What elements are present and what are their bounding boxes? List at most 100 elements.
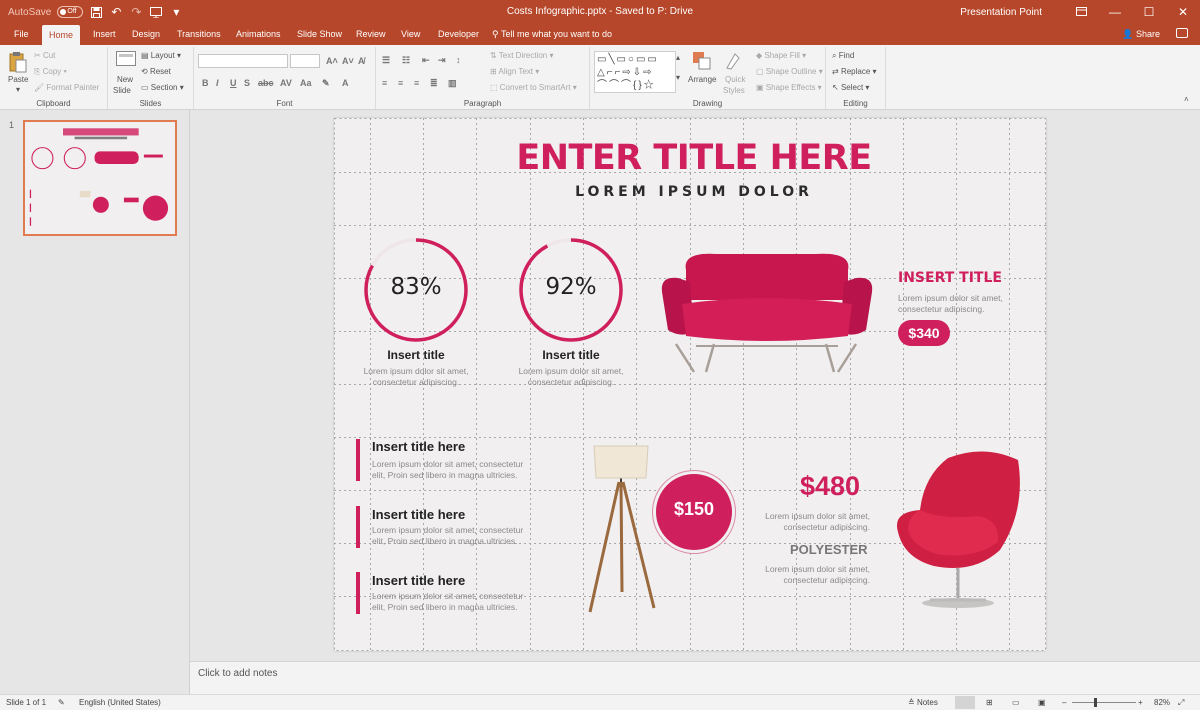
shapes-scroll-icon[interactable]: ▴: [676, 53, 680, 62]
zoom-slider-handle[interactable]: [1094, 698, 1097, 707]
shape-fill-button[interactable]: ◆ Shape Fill ▾: [756, 51, 806, 60]
shadow-icon[interactable]: S: [244, 78, 250, 88]
minimize-icon[interactable]: —: [1098, 5, 1132, 19]
layout-button[interactable]: ▤ Layout ▾: [141, 51, 181, 60]
copy-button[interactable]: ⎘ Copy ▾: [34, 67, 67, 77]
convert-smartart-button[interactable]: ⬚ Convert to SmartArt ▾: [490, 83, 577, 92]
italic-icon[interactable]: I: [216, 78, 219, 88]
increase-indent-icon[interactable]: ⇥: [438, 55, 446, 66]
tab-animations[interactable]: Animations: [229, 24, 288, 45]
cut-button[interactable]: ✂ Cut: [34, 51, 55, 60]
tell-me-box[interactable]: ⚲ Tell me what you want to do: [492, 24, 612, 45]
change-case-icon[interactable]: Aa: [300, 78, 312, 88]
redo-icon[interactable]: ↷: [129, 5, 143, 19]
reset-button[interactable]: ⟲ Reset: [141, 67, 171, 76]
autosave-toggle[interactable]: Off: [57, 6, 84, 18]
paste-dropdown-icon[interactable]: ▾: [16, 85, 20, 94]
tab-transitions[interactable]: Transitions: [170, 24, 228, 45]
slide-thumbnail[interactable]: [23, 120, 177, 236]
fit-slide-icon[interactable]: ⤢: [1178, 698, 1184, 708]
quick-styles-label[interactable]: Quick: [725, 75, 745, 84]
zoom-in-icon[interactable]: +: [1138, 698, 1143, 707]
tab-home[interactable]: Home: [42, 25, 81, 45]
lamp-image[interactable]: [586, 442, 660, 616]
shapes-gallery[interactable]: ▭╲▭○▭▭ △⌐⌐⇨⇩⇨ ⌒⌒⌒{}☆: [594, 51, 676, 93]
character-spacing-icon[interactable]: AV: [280, 78, 292, 88]
slideshow-view-icon[interactable]: ▣: [1038, 698, 1046, 707]
highlight-icon[interactable]: ✎: [322, 78, 330, 89]
tab-view[interactable]: View: [394, 24, 427, 45]
maximize-icon[interactable]: ☐: [1132, 5, 1166, 19]
tab-design[interactable]: Design: [125, 24, 167, 45]
zoom-level[interactable]: 82%: [1154, 698, 1170, 707]
replace-button[interactable]: ⇄ Replace ▾: [832, 67, 877, 76]
strikethrough-icon[interactable]: abc: [258, 78, 274, 88]
select-button[interactable]: ↖ Select ▾: [832, 83, 869, 92]
paste-icon[interactable]: [9, 51, 29, 73]
shape-outline-button[interactable]: ▢ Shape Outline ▾: [756, 67, 823, 76]
slide-sorter-icon[interactable]: ⊞: [986, 698, 993, 707]
save-icon[interactable]: [89, 5, 103, 19]
tab-slide-show[interactable]: Slide Show: [290, 24, 349, 45]
user-name[interactable]: Presentation Point: [960, 7, 1042, 18]
numbering-icon[interactable]: ☷: [402, 55, 410, 66]
zoom-out-icon[interactable]: –: [1062, 698, 1066, 707]
undo-icon[interactable]: ↶: [109, 5, 123, 19]
tab-review[interactable]: Review: [349, 24, 393, 45]
tab-file[interactable]: File: [7, 24, 36, 45]
bullets-icon[interactable]: ☰: [382, 55, 390, 66]
chair-image[interactable]: [890, 450, 1024, 614]
close-icon[interactable]: ✕: [1166, 5, 1200, 19]
align-left-icon[interactable]: ≡: [382, 78, 387, 88]
share-button[interactable]: 👤 Share: [1122, 24, 1160, 45]
customize-toolbar-icon[interactable]: ▾: [169, 5, 183, 19]
new-slide-icon[interactable]: [116, 51, 136, 73]
tab-developer[interactable]: Developer: [431, 24, 486, 45]
slide-title[interactable]: ENTER TITLE HERE: [494, 138, 894, 178]
paste-label[interactable]: Paste: [8, 75, 28, 84]
increase-font-icon[interactable]: A˄: [326, 56, 338, 66]
font-size-dropdown[interactable]: [290, 54, 320, 68]
shape-effects-button[interactable]: ▣ Shape Effects ▾: [756, 83, 822, 92]
text-direction-button[interactable]: ⇅ Text Direction ▾: [490, 51, 554, 60]
zoom-slider[interactable]: [1072, 702, 1136, 703]
section-button[interactable]: ▭ Section ▾: [141, 83, 184, 92]
arrange-label[interactable]: Arrange: [688, 75, 716, 84]
quick-styles-label-2[interactable]: Styles: [723, 86, 745, 95]
line-spacing-icon[interactable]: ↕: [456, 55, 461, 65]
language[interactable]: English (United States): [79, 698, 161, 707]
font-color-icon[interactable]: A: [342, 78, 349, 88]
columns-icon[interactable]: ▥: [448, 78, 457, 89]
font-name-dropdown[interactable]: [198, 54, 288, 68]
align-text-button[interactable]: ⊞ Align Text ▾: [490, 67, 539, 76]
shapes-more-icon[interactable]: ▾: [676, 73, 680, 82]
reading-view-icon[interactable]: ▭: [1012, 698, 1020, 707]
justify-icon[interactable]: ≣: [430, 78, 438, 89]
decrease-indent-icon[interactable]: ⇤: [422, 55, 430, 66]
align-right-icon[interactable]: ≡: [414, 78, 419, 88]
format-painter-label: Format Painter: [46, 83, 100, 92]
tab-insert[interactable]: Insert: [86, 24, 123, 45]
clear-formatting-icon[interactable]: A̸: [358, 56, 365, 66]
decrease-font-icon[interactable]: A˅: [342, 56, 354, 66]
notes-pane[interactable]: Click to add notes: [190, 661, 1200, 694]
new-slide-label[interactable]: New: [117, 75, 133, 84]
align-center-icon[interactable]: ≡: [398, 78, 403, 88]
arrange-icon[interactable]: [692, 51, 712, 73]
notes-toggle[interactable]: ≙ Notes: [908, 698, 938, 707]
normal-view-icon[interactable]: [955, 696, 975, 709]
start-from-beginning-icon[interactable]: [149, 5, 163, 19]
sofa-image[interactable]: [656, 248, 878, 374]
ribbon-display-icon[interactable]: [1064, 5, 1098, 19]
format-painter-button[interactable]: 🖌 Format Painter: [34, 83, 99, 92]
spelling-icon[interactable]: ✎: [58, 698, 65, 707]
find-button[interactable]: ⌕ Find: [832, 51, 854, 61]
comments-icon[interactable]: [1176, 28, 1188, 38]
quick-styles-icon[interactable]: [724, 51, 744, 73]
collapse-ribbon-icon[interactable]: ˄: [1184, 95, 1189, 104]
slide-canvas[interactable]: ENTER TITLE HERE LOREM IPSUM DOLOR 83% I…: [334, 118, 1046, 651]
slide-subtitle[interactable]: LOREM IPSUM DOLOR: [494, 184, 894, 200]
bold-icon[interactable]: B: [202, 78, 209, 88]
new-slide-label-2[interactable]: Slide: [113, 86, 131, 95]
underline-icon[interactable]: U: [230, 78, 237, 88]
